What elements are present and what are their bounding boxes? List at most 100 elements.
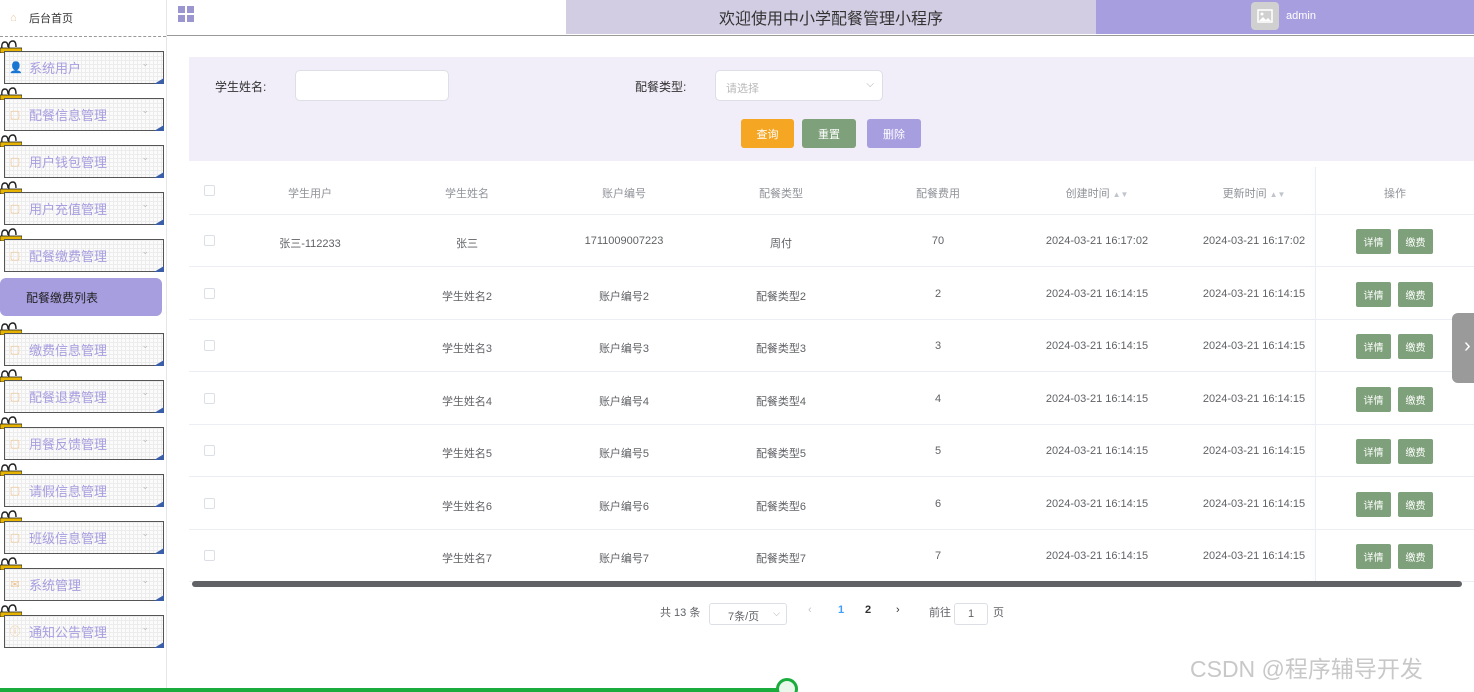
col-meal-type: 配餐类型	[759, 188, 803, 200]
next-page-icon[interactable]: ›	[896, 604, 900, 616]
progress-knob[interactable]	[776, 678, 798, 692]
cell-created: 2024-03-21 16:14:15	[1045, 392, 1149, 405]
pay-button[interactable]: 缴费	[1398, 544, 1433, 569]
col-account-no: 账户编号	[602, 188, 646, 200]
sidebar-item-3[interactable]: ▢ 用户钱包管理 ⌄	[0, 134, 166, 179]
cell-name: 学生姓名6	[441, 500, 493, 513]
col-updated-time[interactable]: 更新时间 ▲▼	[1223, 185, 1286, 201]
col-created-time[interactable]: 创建时间 ▲▼	[1066, 185, 1129, 201]
watermark: CSDN @程序辅导开发	[1190, 656, 1423, 682]
cell-name: 学生姓名5	[441, 448, 493, 460]
sidebar: ⌂ 后台首页 👤 系统用户 ⌄ ▢ 配餐信息管理 ⌄ ▢ 用户钱包管理 ⌄ ▢ 用户充值管理 ⌄ ▢ 配餐…	[0, 0, 167, 692]
cell-created: 2024-03-21 16:14:15	[1045, 287, 1149, 300]
sidebar-item-6[interactable]: ▢ 缴费信息管理 ⌄	[0, 322, 166, 367]
detail-button[interactable]: 详情	[1356, 281, 1391, 307]
sidebar-item-5[interactable]: ▢ 配餐缴费管理 ⌄	[0, 228, 166, 273]
detail-button[interactable]: 详情	[1356, 491, 1391, 517]
page-title: 欢迎使用中小学配餐管理小程序	[566, 0, 1096, 34]
detail-button[interactable]: 详情	[1356, 439, 1391, 464]
cell-account: 1711009007223	[584, 235, 664, 247]
pay-button[interactable]: 缴费	[1398, 491, 1433, 517]
pay-button[interactable]: 缴费	[1398, 386, 1433, 412]
cell-account: 账户编号5	[598, 448, 650, 460]
row-checkbox[interactable]	[204, 287, 215, 299]
prev-page-icon[interactable]: ‹	[808, 604, 812, 616]
sidebar-item-8[interactable]: ▢ 用餐反馈管理 ⌄	[0, 416, 166, 461]
detail-button[interactable]: 详情	[1356, 544, 1391, 569]
sidebar-item-1[interactable]: 👤 系统用户 ⌄	[0, 40, 166, 85]
cell-name: 学生姓名2	[441, 290, 493, 303]
chevron-down-icon: ⌄	[141, 58, 149, 68]
table-row[interactable]: 学生姓名6 账户编号6 配餐类型6 6 2024-03-21 16:14:15 2024-…	[189, 478, 1474, 530]
page-1[interactable]: 1	[838, 604, 844, 616]
pay-button[interactable]: 缴费	[1398, 281, 1433, 307]
user-area[interactable]: admin	[1096, 0, 1474, 34]
horizontal-scrollbar[interactable]	[192, 581, 1462, 587]
row-checkbox[interactable]	[204, 340, 215, 351]
row-checkbox[interactable]	[204, 550, 215, 561]
pay-button[interactable]: 缴费	[1398, 334, 1433, 359]
meal-type-label: 配餐类型:	[635, 80, 687, 94]
cell-account: 账户编号2	[598, 290, 650, 303]
meal-type-select[interactable]: 请选择 ⌵	[715, 70, 883, 101]
reset-button[interactable]: 重置	[802, 119, 856, 148]
avatar-icon[interactable]	[1251, 2, 1279, 30]
col-student-name: 学生姓名	[445, 188, 489, 200]
menu-toggle-icon[interactable]	[178, 6, 194, 22]
meal-type-placeholder: 请选择	[726, 83, 759, 95]
delete-button[interactable]: 删除	[867, 119, 921, 148]
detail-button[interactable]: 详情	[1356, 229, 1391, 254]
cell-account: 账户编号7	[598, 553, 650, 565]
chevron-down-icon: ⌄	[141, 434, 149, 444]
sidebar-home-label: 后台首页	[29, 13, 73, 25]
goto-page-input[interactable]: 1	[954, 603, 988, 625]
sidebar-item-11[interactable]: ✉ 系统管理 ⌄	[0, 557, 166, 602]
student-name-label: 学生姓名:	[215, 80, 267, 94]
sidebar-item-7[interactable]: ▢ 配餐退费管理 ⌄	[0, 369, 166, 414]
chevron-down-icon: ⌄	[141, 152, 149, 162]
table-row[interactable]: 学生姓名2 账户编号2 配餐类型2 2 2024-03-21 16:14:15 2024-…	[189, 268, 1474, 320]
pay-button[interactable]: 缴费	[1398, 439, 1433, 464]
cell-type: 配餐类型5	[755, 448, 807, 460]
table-row[interactable]: 学生姓名4 账户编号4 配餐类型4 4 2024-03-21 16:14:15 2024-…	[189, 373, 1474, 425]
row-checkbox[interactable]	[204, 445, 215, 456]
username[interactable]: admin	[1286, 10, 1316, 22]
sort-icon[interactable]: ▲▼	[1270, 190, 1286, 199]
document-icon: ▢	[9, 437, 21, 450]
cell-updated: 2024-03-21 16:17:02	[1202, 235, 1306, 247]
row-checkbox[interactable]	[204, 235, 215, 246]
page-2[interactable]: 2	[865, 604, 871, 616]
row-checkbox[interactable]	[204, 392, 215, 404]
goto-label: 前往	[929, 607, 951, 619]
cell-name: 学生姓名3	[441, 343, 493, 355]
table-row[interactable]: 学生姓名3 账户编号3 配餐类型3 3 2024-03-21 16:14:15 2024-…	[189, 320, 1474, 372]
sidebar-item-9[interactable]: ▢ 请假信息管理 ⌄	[0, 463, 166, 508]
submenu-item-meal-payment-list[interactable]: 配餐缴费列表	[0, 278, 162, 316]
table-row[interactable]: 学生姓名5 账户编号5 配餐类型5 5 2024-03-21 16:14:15 2024-…	[189, 425, 1474, 477]
query-button[interactable]: 查询	[741, 119, 794, 148]
row-checkbox[interactable]	[204, 497, 215, 509]
page-size-select[interactable]: 7条/页 ⌵	[709, 603, 787, 625]
sidebar-item-4[interactable]: ▢ 用户充值管理 ⌄	[0, 181, 166, 226]
sidebar-home[interactable]: ⌂ 后台首页	[0, 0, 166, 37]
info-icon: ⓘ	[9, 625, 21, 638]
student-name-input[interactable]	[295, 70, 449, 101]
sidebar-item-label: 班级信息管理	[29, 531, 108, 546]
detail-button[interactable]: 详情	[1356, 334, 1391, 359]
select-all-checkbox[interactable]	[204, 185, 215, 196]
sidebar-item-12[interactable]: ⓘ 通知公告管理 ⌄	[0, 604, 166, 649]
sidebar-item-label: 配餐缴费管理	[29, 249, 108, 264]
table-row[interactable]: 学生姓名7 账户编号7 配餐类型7 7 2024-03-21 16:14:15 2024-…	[189, 530, 1474, 582]
sidebar-item-10[interactable]: ▢ 班级信息管理 ⌄	[0, 510, 166, 555]
side-drawer-tab[interactable]: ›	[1452, 313, 1474, 383]
cell-created: 2024-03-21 16:17:02	[1045, 235, 1149, 247]
table-row[interactable]: 张三-112233 张三 1711009007223 周付 70 2024-03-21 1…	[189, 215, 1474, 267]
detail-button[interactable]: 详情	[1356, 386, 1391, 412]
home-icon: ⌂	[10, 11, 17, 24]
sidebar-item-2[interactable]: ▢ 配餐信息管理 ⌄	[0, 87, 166, 132]
cell-account: 账户编号6	[598, 500, 650, 513]
sort-icon[interactable]: ▲▼	[1113, 190, 1129, 199]
fixed-column-divider	[1315, 167, 1316, 582]
pay-button[interactable]: 缴费	[1398, 229, 1433, 254]
chevron-down-icon: ⌄	[141, 246, 149, 256]
